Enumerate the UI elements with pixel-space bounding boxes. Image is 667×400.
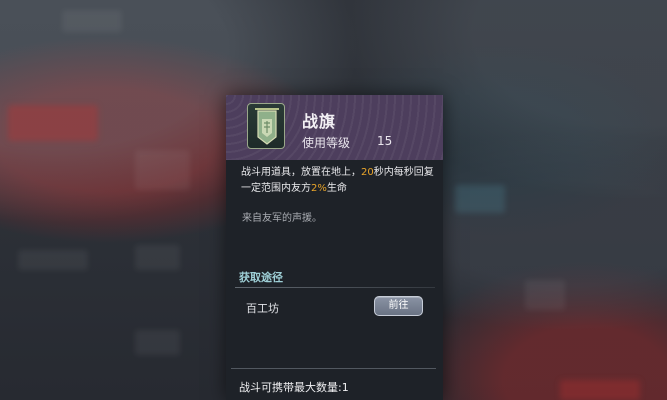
item-icon-slot [247, 103, 285, 149]
go-button[interactable]: 前往 [374, 296, 423, 316]
bg-blur-block [455, 185, 505, 213]
description-text: 战斗用道具，放置在地上， [241, 167, 361, 178]
bg-blur-block [62, 10, 122, 32]
bg-blur-block [525, 280, 565, 310]
source-name: 百工坊 [246, 302, 279, 315]
war-banner-icon [255, 108, 279, 145]
bg-blur-block [560, 380, 640, 400]
item-name: 战旗 [302, 112, 337, 131]
item-tooltip-panel: 战旗 使用等级 15 战斗用道具，放置在地上，20秒内每秒回复一定范围内友方2%… [226, 95, 443, 400]
description-highlight-percent: 2% [311, 183, 327, 194]
bg-blur-block [135, 245, 180, 270]
bg-blur-block [8, 105, 98, 141]
flavor-text: 来自友军的声援。 [242, 213, 322, 224]
description-text: 生命 [326, 183, 347, 194]
level-label: 使用等级 [302, 136, 351, 150]
description-highlight-seconds: 20 [361, 167, 374, 178]
source-section-title: 获取途径 [239, 271, 283, 284]
divider [235, 287, 435, 288]
tooltip-header: 战旗 使用等级 15 [226, 95, 443, 160]
carry-limit-text: 战斗可携带最大数量:1 [239, 381, 349, 394]
bg-blur-block [135, 150, 190, 190]
level-value: 15 [377, 134, 393, 148]
bg-blur-block [135, 330, 180, 355]
bg-blur-block [18, 250, 88, 270]
divider [231, 368, 436, 369]
item-description: 战斗用道具，放置在地上，20秒内每秒回复一定范围内友方2%生命 [241, 165, 436, 197]
